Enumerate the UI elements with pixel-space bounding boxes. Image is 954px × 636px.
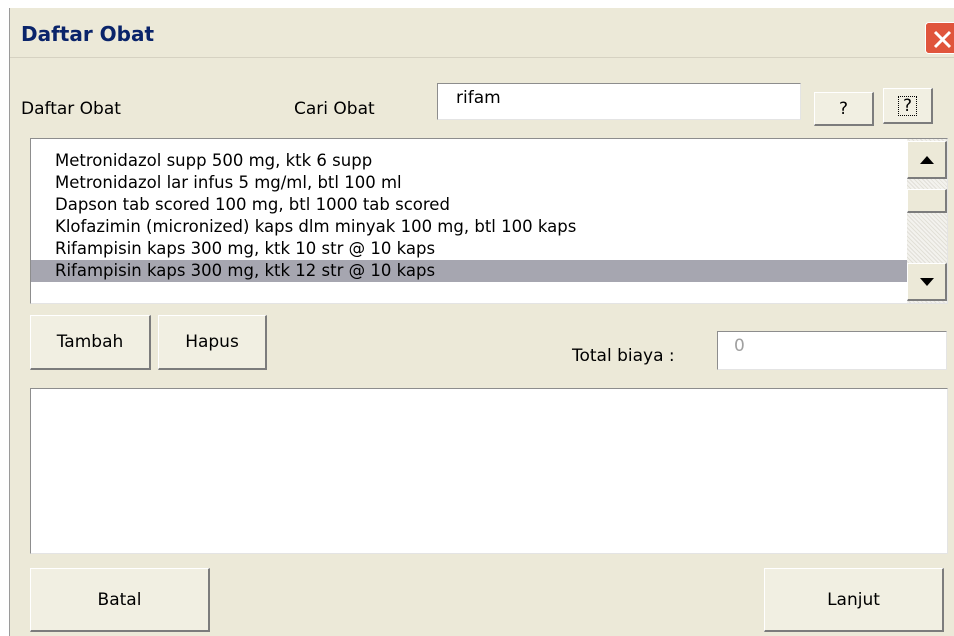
cancel-button[interactable]: Batal xyxy=(30,568,210,632)
window-title: Daftar Obat xyxy=(21,22,155,46)
scroll-down-arrow-icon xyxy=(919,277,934,286)
list-item[interactable]: Dapson tab scored 100 mg, btl 1000 tab s… xyxy=(31,194,907,216)
help-button-label: ? xyxy=(838,98,849,119)
close-button[interactable] xyxy=(925,22,954,54)
list-item[interactable]: Metronidazol lar infus 5 mg/ml, btl 100 … xyxy=(31,172,907,194)
drug-list-label: Daftar Obat xyxy=(21,99,121,119)
drug-listbox[interactable]: Metronidazol supp 500 mg, ktk 6 supp Met… xyxy=(30,138,948,304)
scroll-up-button[interactable] xyxy=(907,141,947,179)
scroll-down-button[interactable] xyxy=(907,263,947,301)
total-cost-label: Total biaya : xyxy=(572,346,675,366)
help-button-focused-label: ? xyxy=(897,95,918,116)
help-button-focused[interactable]: ? xyxy=(883,88,933,124)
search-input[interactable]: rifam xyxy=(437,83,801,120)
delete-button[interactable]: Hapus xyxy=(158,315,267,370)
total-cost-field: 0 xyxy=(717,331,947,370)
delete-button-label: Hapus xyxy=(185,332,239,352)
help-button[interactable]: ? xyxy=(814,92,874,126)
list-item[interactable]: Metronidazol supp 500 mg, ktk 6 supp xyxy=(31,150,907,172)
search-label: Cari Obat xyxy=(294,99,375,119)
list-item[interactable]: Klofazimin (micronized) kaps dlm minyak … xyxy=(31,216,907,238)
next-button[interactable]: Lanjut xyxy=(764,568,944,632)
scroll-thumb[interactable] xyxy=(907,189,947,213)
add-button-label: Tambah xyxy=(56,332,124,352)
add-button[interactable]: Tambah xyxy=(30,315,151,370)
close-icon xyxy=(926,23,954,53)
daftar-obat-dialog: Daftar Obat Daftar Obat Cari Obat rifam … xyxy=(9,8,954,636)
cancel-button-label: Batal xyxy=(97,589,142,610)
scroll-up-arrow-icon xyxy=(919,155,934,164)
title-bar: Daftar Obat xyxy=(10,8,954,58)
list-item[interactable]: Rifampisin kaps 300 mg, ktk 10 str @ 10 … xyxy=(31,238,907,260)
list-item-selected[interactable]: Rifampisin kaps 300 mg, ktk 12 str @ 10 … xyxy=(31,260,907,282)
drug-list-items: Metronidazol supp 500 mg, ktk 6 supp Met… xyxy=(31,150,907,282)
list-scrollbar[interactable] xyxy=(907,139,947,303)
next-button-label: Lanjut xyxy=(827,589,880,610)
selected-drugs-area[interactable] xyxy=(30,388,948,554)
